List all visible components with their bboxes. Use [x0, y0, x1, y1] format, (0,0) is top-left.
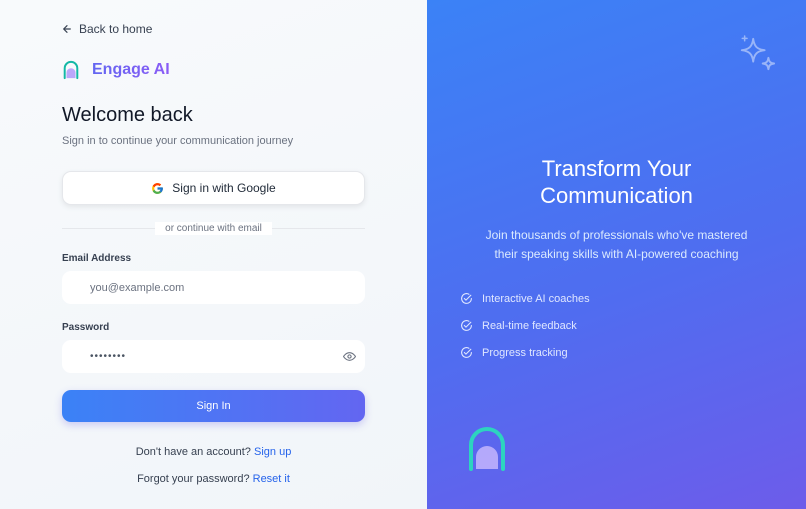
password-value: ••••••••	[90, 351, 127, 362]
feature-item: Real-time feedback	[460, 312, 590, 339]
arch-logo-icon	[469, 427, 505, 471]
feature-label: Real-time feedback	[482, 319, 577, 332]
hero-desc-line2: their speaking skills with AI-powered co…	[494, 247, 739, 261]
eye-icon[interactable]	[343, 350, 356, 363]
page-title: Welcome back	[62, 104, 193, 126]
feature-item: Interactive AI coaches	[460, 285, 590, 312]
forgot-line: Forgot your password? Reset it	[62, 473, 365, 485]
password-label: Password	[62, 322, 110, 333]
arrow-left-icon	[63, 25, 71, 33]
google-sign-in-button[interactable]: Sign in with Google	[62, 171, 365, 205]
hero-title-line2: Communication	[540, 183, 693, 208]
brand-name: Engage AI	[92, 61, 170, 78]
feature-label: Progress tracking	[482, 346, 568, 359]
hero-panel: Transform Your Communication Join thousa…	[427, 0, 806, 509]
login-panel: Back to home Engage AI Welcome back Sign…	[0, 0, 427, 509]
signup-line: Don't have an account? Sign up	[62, 446, 365, 458]
brand: Engage AI	[62, 60, 170, 80]
google-button-label: Sign in with Google	[172, 181, 276, 195]
back-to-home-link[interactable]: Back to home	[62, 22, 152, 36]
sign-in-label: Sign In	[196, 400, 231, 412]
hero-description: Join thousands of professionals who've m…	[427, 226, 806, 264]
sparkle-icon	[740, 35, 776, 71]
email-field[interactable]: you@example.com	[62, 271, 365, 304]
email-label: Email Address	[62, 253, 132, 264]
password-field[interactable]: ••••••••	[62, 340, 365, 373]
back-label: Back to home	[79, 22, 153, 36]
feature-label: Interactive AI coaches	[482, 292, 590, 305]
feature-list: Interactive AI coaches Real-time feedbac…	[460, 285, 590, 366]
email-placeholder: you@example.com	[90, 281, 185, 294]
google-icon	[152, 182, 164, 194]
sign-in-button[interactable]: Sign In	[62, 390, 365, 422]
sign-up-link[interactable]: Sign up	[254, 446, 291, 458]
divider-text: or continue with email	[155, 222, 272, 235]
check-circle-icon	[461, 320, 472, 331]
hero-desc-line1: Join thousands of professionals who've m…	[485, 228, 748, 242]
hero-title-line1: Transform Your	[541, 156, 692, 181]
reset-password-link[interactable]: Reset it	[253, 473, 290, 485]
feature-item: Progress tracking	[460, 339, 590, 366]
check-circle-icon	[461, 347, 472, 358]
arch-logo-icon	[63, 60, 79, 80]
hero-title: Transform Your Communication	[427, 155, 806, 209]
page-subtitle: Sign in to continue your communication j…	[62, 135, 294, 147]
signup-prompt: Don't have an account?	[135, 446, 251, 458]
forgot-prompt: Forgot your password?	[137, 473, 250, 485]
check-circle-icon	[461, 293, 472, 304]
